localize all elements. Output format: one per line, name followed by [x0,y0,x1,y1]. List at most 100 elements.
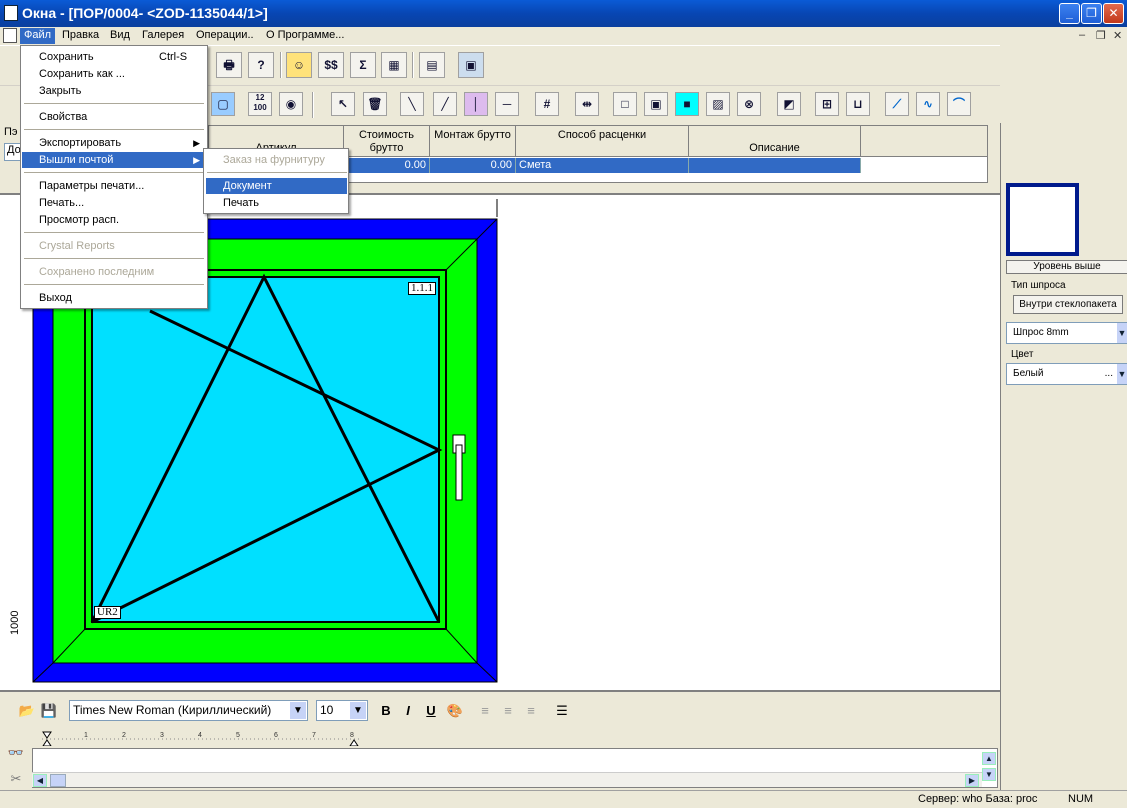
menu-preview[interactable]: Просмотр расп. [22,212,206,228]
color-label: Цвет [1011,349,1034,360]
close-button[interactable]: ✕ [1103,3,1124,24]
square2-icon[interactable]: ▣ [644,92,668,116]
align-left-icon[interactable]: ≡ [476,702,494,720]
muntin-type-button[interactable]: Внутри стеклопакета [1013,295,1123,314]
window-icon[interactable]: ▣ [458,52,484,78]
preview-thumbnail [1006,183,1079,256]
muntin-combo[interactable]: Шпрос 8mm ▼ [1006,322,1127,344]
binoculars-icon[interactable]: 👓 [7,744,25,762]
mdi-close-icon[interactable]: ✕ [1113,29,1122,42]
position-label: Пэ [4,126,18,138]
menu-properties[interactable]: Свойства [22,109,206,125]
profile-icon[interactable]: ⊔ [846,92,870,116]
glass-icon[interactable]: ■ [675,92,699,116]
hatch-icon[interactable]: ▨ [706,92,730,116]
drop-icon[interactable]: ◉ [279,92,303,116]
bold-button[interactable]: B [377,702,395,720]
menu-print[interactable]: Печать... [22,195,206,211]
italic-button[interactable]: I [399,702,417,720]
color-combo[interactable]: Белый ... ▼ [1006,363,1127,385]
text-ruler[interactable]: 1 2 3 4 5 6 7 8 [32,730,998,746]
menu-view[interactable]: Вид [106,28,134,44]
menu-exit[interactable]: Выход [22,290,206,306]
sum-icon[interactable]: Σ [350,52,376,78]
print-icon[interactable]: 🖶 [216,52,242,78]
color-palette-icon[interactable]: 🎨 [446,702,464,720]
target-icon[interactable]: ⊗ [737,92,761,116]
menu-print-params[interactable]: Параметры печати... [22,178,206,194]
image-icon[interactable]: ◩ [777,92,801,116]
menu-gallery[interactable]: Галерея [138,28,188,44]
calc-icon[interactable]: ▤ [419,52,445,78]
line-vertical-icon[interactable]: │ [464,92,488,116]
table-icon[interactable]: ▦ [381,52,407,78]
menu-send-mail[interactable]: Вышли почтой ▶ [22,152,206,168]
font-size-select[interactable]: 10 ▼ [316,700,368,721]
scroll-thumb[interactable] [50,774,66,787]
scroll-down-icon[interactable]: ▼ [982,768,996,781]
ratio-icon[interactable]: 12 100 [248,92,272,116]
open-folder-icon[interactable]: 📂 [18,702,36,720]
frame-icon[interactable]: ▢ [211,92,235,116]
chevron-down-icon: ▼ [290,702,306,719]
document-icon[interactable] [3,28,17,43]
mdi-minimize-icon[interactable]: – [1079,29,1085,41]
menu-save-as[interactable]: Сохранить как ... [22,66,206,82]
color-dots-button[interactable]: ... [1105,364,1113,384]
curve-tool-icon[interactable]: ∿ [916,92,940,116]
restore-button[interactable]: ❐ [1081,3,1102,24]
help-icon[interactable]: ? [248,52,274,78]
col-description[interactable]: Описание [689,126,861,157]
line-diag-icon[interactable]: ╲ [400,92,424,116]
cursor-icon[interactable]: ↖ [331,92,355,116]
price-icon[interactable]: $$ [318,52,344,78]
menu-export[interactable]: Экспортировать ▶ [22,135,206,151]
line-diag2-icon[interactable]: ╱ [433,92,457,116]
level-up-button[interactable]: Уровень выше [1006,260,1127,274]
window-title: Окна - [ПОР/0004- <ZOD-1135044/1>] [22,5,268,21]
menu-file[interactable]: Файл [20,28,56,44]
bullet-list-icon[interactable]: ☰ [553,702,571,720]
mdi-restore-icon[interactable]: ❐ [1096,29,1106,42]
col-method[interactable]: Способ расценки [516,126,689,157]
submenu-arrow-icon: ▶ [193,155,200,165]
editor-side-tools: 👓 ✂ [0,726,32,790]
app-icon[interactable] [4,5,18,21]
font-family-select[interactable]: Times New Roman (Кириллический) ▼ [69,700,308,721]
submenu-document[interactable]: Документ [206,178,347,194]
arc-tool-icon[interactable]: ⌒ [947,92,971,116]
col-cost[interactable]: Стоимость брутто [344,126,430,157]
split-icon[interactable]: ⇹ [575,92,599,116]
status-bar: Сервер: who База: proc NUM [0,790,1127,808]
square-icon[interactable]: □ [613,92,637,116]
scroll-right-icon[interactable]: ▶ [965,774,979,787]
save-disk-icon[interactable]: 💾 [40,702,58,720]
minimize-button[interactable]: _ [1059,3,1080,24]
grid-icon[interactable]: # [535,92,559,116]
chevron-down-icon: ▼ [1117,323,1127,343]
menu-edit[interactable]: Правка [58,28,103,44]
smiley-icon[interactable]: ☺ [286,52,312,78]
send-mail-submenu: Заказ на фурнитуру Документ Печать [203,148,349,214]
menu-about[interactable]: О Программе... [262,28,348,44]
format-toolbar: 📂 💾 Times New Roman (Кириллический) ▼ 10 ▼… [0,690,1000,726]
editor-vertical-scrollbar[interactable]: ▲ ▼ [982,752,997,786]
line-horizontal-icon[interactable]: ─ [495,92,519,116]
editor-horizontal-scrollbar[interactable]: ◀ ▶ [32,772,982,787]
align-center-icon[interactable]: ≡ [499,702,517,720]
scroll-up-icon[interactable]: ▲ [982,752,996,765]
scroll-left-icon[interactable]: ◀ [33,774,47,787]
menu-operations[interactable]: Операции.. [192,28,258,44]
layout-icon[interactable]: ⊞ [815,92,839,116]
align-right-icon[interactable]: ≡ [522,702,540,720]
underline-button[interactable]: U [422,702,440,720]
menu-save[interactable]: Сохранить Ctrl-S [22,49,206,65]
col-install[interactable]: Монтаж брутто [430,126,516,157]
menu-last-saved: Сохранено последним [39,266,155,278]
submenu-print[interactable]: Печать [206,195,347,211]
cut-icon[interactable]: ✂ [7,770,25,788]
diagonal-tool-icon[interactable]: ⟋ [885,92,909,116]
menu-close[interactable]: Закрыть [22,83,206,99]
delete-icon[interactable]: 🗑 [363,92,387,116]
server-status: Сервер: who База: proc [918,793,1038,805]
